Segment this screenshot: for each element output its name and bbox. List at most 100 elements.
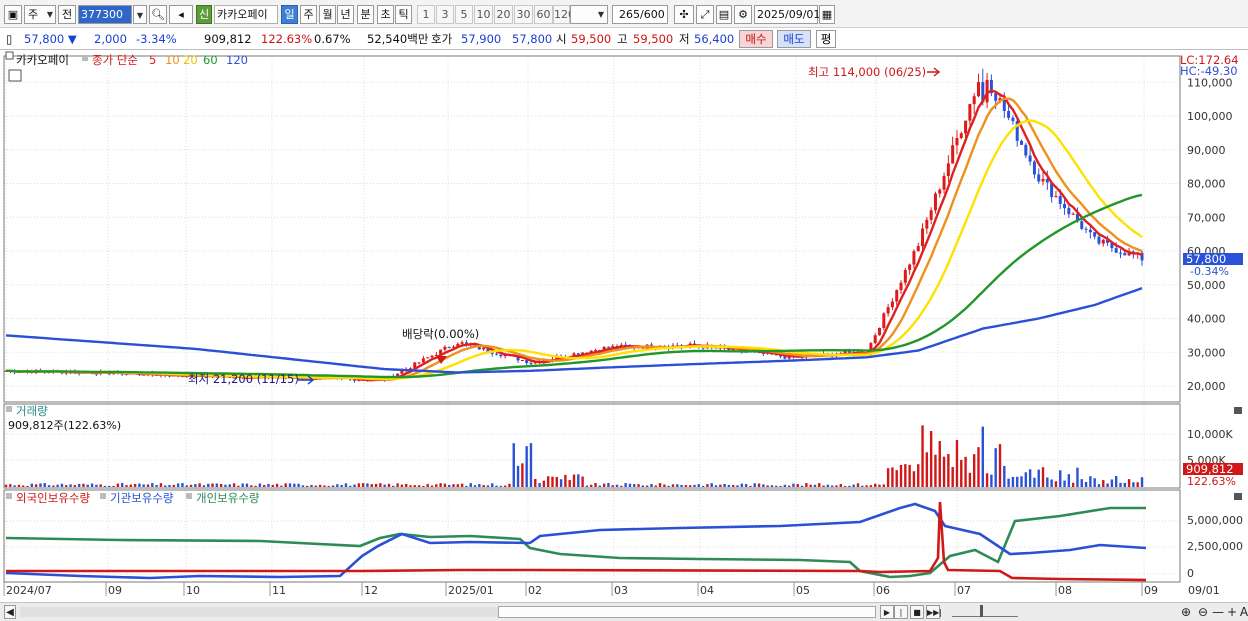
crosshair-button[interactable]: ✣ — [674, 5, 694, 24]
period-tab[interactable]: 일 — [281, 5, 298, 24]
volume-bar — [856, 483, 860, 487]
average-button[interactable]: 평 — [816, 30, 836, 48]
volume-bar — [693, 484, 696, 487]
volume-bar — [701, 485, 705, 487]
stock-code-input[interactable]: 377300 — [78, 5, 132, 24]
scroll-thumb[interactable] — [498, 606, 876, 618]
price-tick-label: 30,000 — [1187, 346, 1226, 359]
minus-icon[interactable]: — — [1212, 605, 1224, 619]
line-tool-button[interactable]: ⤢ — [696, 5, 714, 24]
volume-bar — [628, 483, 632, 487]
calendar-button[interactable]: ▦ — [819, 5, 835, 24]
x-axis-label: 04 — [700, 584, 714, 597]
period-tab[interactable]: 틱 — [395, 5, 412, 24]
buy-button[interactable]: 매수 — [739, 30, 773, 48]
playback-button[interactable]: ▶ — [880, 605, 894, 619]
speaker-button[interactable]: ◂ — [169, 5, 193, 24]
volume-bar — [478, 484, 481, 487]
candle-body — [847, 351, 851, 353]
interval-button[interactable]: 1 — [417, 5, 435, 24]
volume-bar — [602, 483, 606, 487]
candle-body — [464, 342, 468, 344]
period-tab[interactable]: 분 — [357, 5, 374, 24]
volume-panel-close-icon — [1234, 407, 1242, 414]
volume-bar — [964, 456, 967, 487]
volume-bar — [22, 485, 25, 487]
interval-button[interactable]: 20 — [494, 5, 513, 24]
volume-bar — [1020, 476, 1023, 487]
playback-button[interactable]: |◀◀ — [894, 605, 908, 619]
legend-marker — [6, 406, 12, 412]
volume-bar — [598, 485, 602, 487]
price-tick-label: 40,000 — [1187, 313, 1226, 326]
period-tab[interactable]: 년 — [337, 5, 354, 24]
text-icon[interactable]: A — [1238, 605, 1248, 619]
stock-name-field[interactable]: 카카오페이 — [214, 5, 278, 24]
volume-bar — [749, 485, 752, 487]
volume-bar — [125, 485, 128, 487]
volume-bar — [779, 485, 782, 487]
zoom-slider-handle[interactable] — [980, 605, 983, 617]
volume-bar — [164, 485, 167, 487]
interval-button[interactable]: 30 — [514, 5, 533, 24]
period-tab[interactable]: 주 — [300, 5, 317, 24]
holdings-panel-frame — [3, 489, 1181, 583]
candle-body — [426, 357, 430, 359]
chart-canvas[interactable]: 카카오페이 종가 단순 5 10 20 60 120 LC:172.64HC:-49.30최고… — [0, 50, 1248, 602]
volume-bar — [250, 485, 253, 487]
chart-area[interactable]: 카카오페이 종가 단순 5 10 20 60 120 LC:172.64 HC:-49.30 최고… — [0, 50, 1248, 602]
playback-button[interactable]: ▶▶| — [926, 605, 942, 619]
playback-button[interactable]: ■ — [910, 605, 924, 619]
zoom-in-icon[interactable]: ⊕ — [1180, 605, 1192, 619]
candle-body — [1097, 236, 1101, 244]
interval-dropdown[interactable]: ▼ — [570, 5, 608, 24]
volume-bar — [336, 484, 339, 487]
volume-bar — [503, 485, 507, 487]
interval-button[interactable]: 10 — [474, 5, 493, 24]
period-tab[interactable]: 초 — [377, 5, 394, 24]
volume-bar — [314, 485, 318, 487]
count-field[interactable]: 265/600 — [612, 5, 668, 24]
volume-bar — [116, 483, 120, 487]
high-value: 59,500 — [633, 32, 674, 46]
candle-body — [946, 163, 950, 177]
candle-body — [976, 82, 980, 97]
candle-body — [460, 342, 464, 344]
search-button[interactable]: 🔍︎ — [149, 5, 167, 24]
volume-bar — [921, 425, 924, 487]
legend-marker — [186, 493, 192, 499]
zoom-slider[interactable] — [952, 605, 1018, 617]
volume-bar — [1011, 476, 1015, 487]
plus-icon[interactable]: + — [1226, 605, 1238, 619]
open-value: 59,500 — [571, 32, 612, 46]
sell-button[interactable]: 매도 — [777, 30, 811, 48]
volume-bar — [1003, 465, 1006, 487]
candle-body — [1123, 253, 1127, 256]
volume-bar — [590, 484, 593, 487]
market-select[interactable]: 주 ▼ — [24, 5, 56, 24]
volume-bar — [262, 485, 266, 487]
interval-button[interactable]: 3 — [436, 5, 454, 24]
window-icon[interactable]: ▣ — [4, 5, 22, 24]
date-field[interactable]: 2025/09/01 — [754, 5, 820, 24]
volume-tick-label: 10,000K — [1187, 428, 1233, 441]
zoom-out-icon[interactable]: ⊖ — [1197, 605, 1209, 619]
open-label: 시 — [556, 32, 567, 46]
candle-body — [1007, 110, 1011, 118]
save-button[interactable]: ▤ — [716, 5, 732, 24]
code-dropdown-button[interactable]: ▼ — [133, 5, 147, 24]
scroll-track[interactable] — [20, 607, 498, 617]
candle-body — [921, 228, 925, 247]
interval-button[interactable]: 120 — [553, 5, 575, 24]
volume-bar — [284, 483, 287, 487]
interval-button[interactable]: 60 — [534, 5, 553, 24]
candle-body — [899, 282, 903, 291]
prefix-button[interactable]: 전 — [58, 5, 76, 24]
price-change: 2,000 — [94, 32, 127, 46]
period-tab[interactable]: 월 — [319, 5, 336, 24]
volume-bar — [787, 485, 791, 487]
interval-button[interactable]: 5 — [455, 5, 473, 24]
settings-button[interactable]: ⚙ — [734, 5, 752, 24]
scroll-left-button[interactable]: ◀ — [4, 605, 16, 619]
volume-title: 거래량 — [16, 404, 48, 418]
